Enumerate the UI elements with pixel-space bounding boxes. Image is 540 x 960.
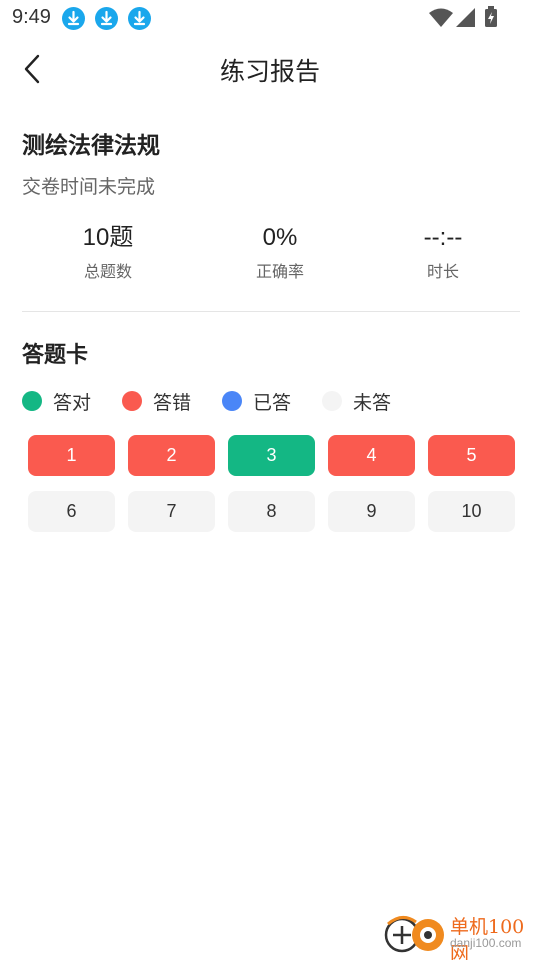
stat-accuracy: 0% 正确率: [200, 222, 360, 282]
watermark-logo-icon: [384, 916, 444, 953]
legend-label: 未答: [353, 392, 392, 414]
legend-unanswered: 未答: [322, 389, 392, 414]
wifi-icon: [429, 8, 453, 27]
stat-label: 总题数: [83, 264, 132, 281]
legend-label: 答错: [153, 392, 192, 414]
status-time: 9:49: [12, 6, 51, 28]
stat-value: --:--: [423, 224, 463, 251]
download-icon: [62, 7, 85, 30]
battery-charging-icon: [485, 6, 497, 27]
answer-card-title: 答题卡: [22, 342, 89, 367]
stat-label: 正确率: [255, 264, 304, 281]
question-button[interactable]: 6: [28, 491, 115, 532]
stat-duration: --:-- 时长: [363, 222, 523, 282]
exam-status: 交卷时间未完成: [22, 177, 156, 198]
signal-icon: [456, 8, 475, 27]
question-button[interactable]: 1: [28, 435, 115, 476]
legend-dot-unanswered: [322, 391, 342, 411]
legend-answered: 已答: [222, 389, 292, 414]
legend-dot-wrong: [122, 391, 142, 411]
legend-label: 已答: [253, 392, 292, 414]
stat-label: 时长: [426, 264, 459, 281]
question-button[interactable]: 7: [128, 491, 215, 532]
legend-dot-correct: [22, 391, 42, 411]
stat-total-questions: 10题 总题数: [28, 222, 188, 282]
question-button[interactable]: 8: [228, 491, 315, 532]
legend-dot-answered: [222, 391, 242, 411]
stat-value: 10题: [82, 224, 134, 251]
legend-correct: 答对: [22, 389, 92, 414]
question-button[interactable]: 9: [328, 491, 415, 532]
watermark-url: danji100.com: [450, 936, 522, 950]
divider: [22, 311, 520, 312]
legend-label: 答对: [53, 392, 92, 414]
legend-wrong: 答错: [122, 389, 192, 414]
question-button[interactable]: 2: [128, 435, 215, 476]
question-button[interactable]: 4: [328, 435, 415, 476]
download-icon: [95, 7, 118, 30]
question-button[interactable]: 3: [228, 435, 315, 476]
status-bar: 9:49: [0, 0, 540, 36]
exam-name: 测绘法律法规: [22, 132, 160, 158]
stat-value: 0%: [262, 224, 298, 251]
watermark-logo: 单机100网 danji100.com: [384, 910, 536, 960]
download-icon: [128, 7, 151, 30]
question-button[interactable]: 10: [428, 491, 515, 532]
page-title: 练习报告: [219, 58, 320, 86]
question-button[interactable]: 5: [428, 435, 515, 476]
